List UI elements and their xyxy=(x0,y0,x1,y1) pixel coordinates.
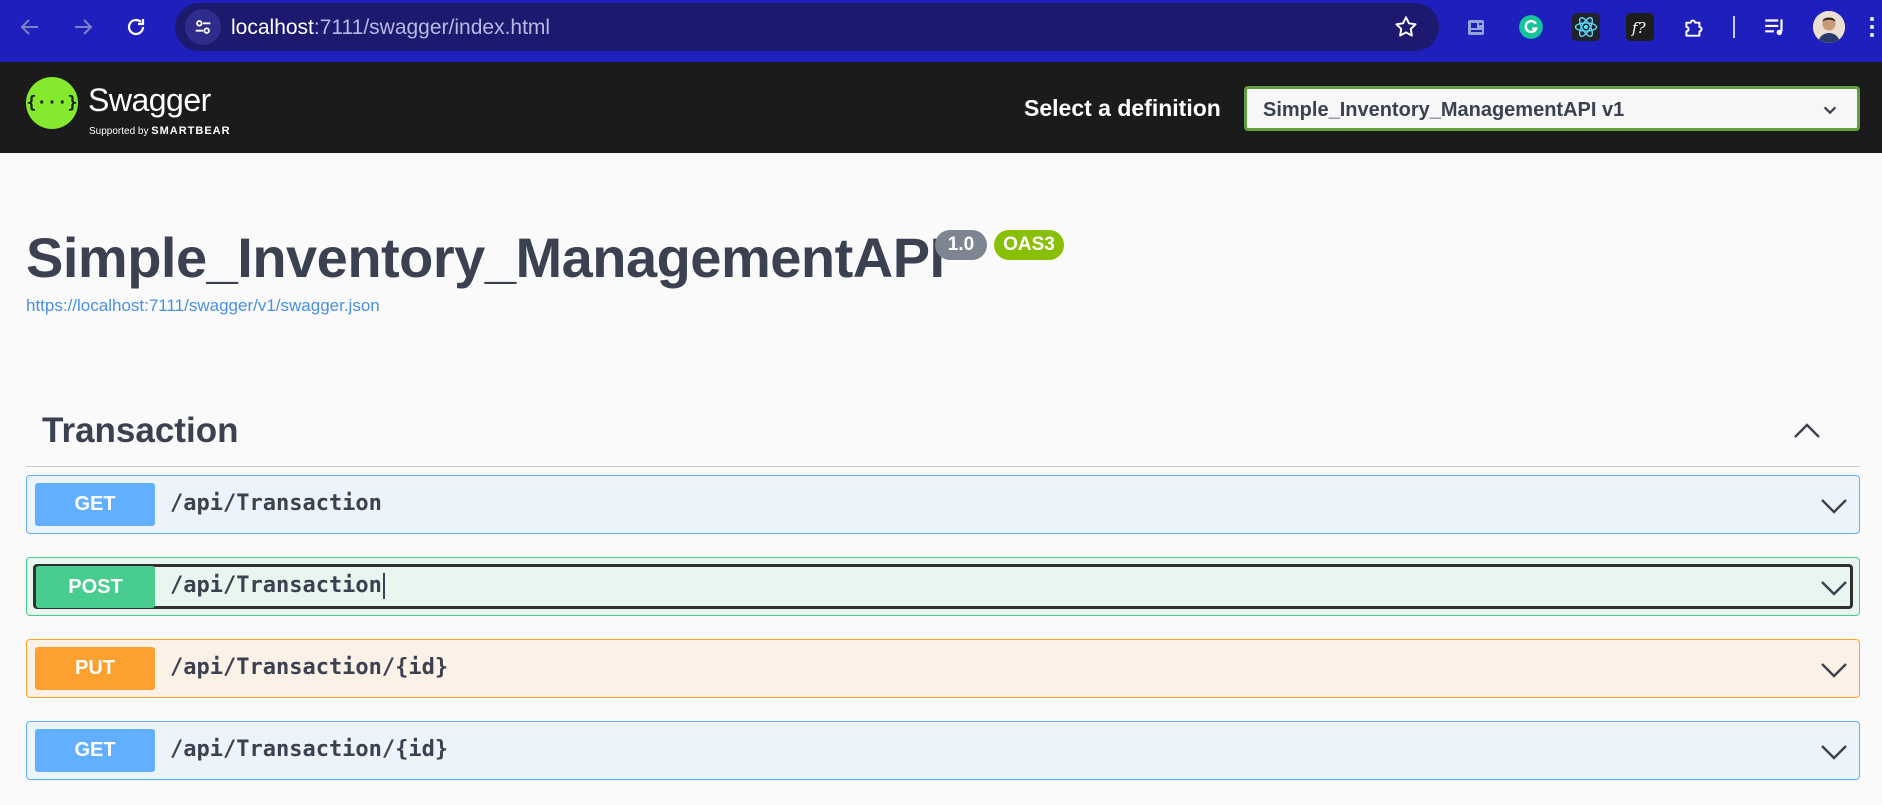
operation-get-transaction-id[interactable]: GET /api/Transaction/{id} xyxy=(26,721,1860,780)
url-host: localhost xyxy=(231,16,314,39)
api-title: Simple_Inventory_ManagementAPI xyxy=(26,226,945,289)
grammarly-icon[interactable] xyxy=(1515,11,1547,43)
definition-selected-value: Simple_Inventory_ManagementAPI v1 xyxy=(1263,99,1625,121)
bookmark-star-icon[interactable] xyxy=(1393,14,1419,40)
profile-avatar[interactable] xyxy=(1813,11,1845,43)
chevron-down-icon[interactable] xyxy=(1819,492,1849,518)
reload-button[interactable] xyxy=(118,9,154,45)
url-path: :7111/swagger/index.html xyxy=(313,16,551,39)
site-info-button[interactable] xyxy=(185,9,221,45)
url-text: localhost:7111/swagger/index.html xyxy=(231,16,550,40)
operation-path-wrapper: /api/Transaction xyxy=(170,573,385,599)
forward-arrow-icon xyxy=(75,19,93,35)
chevron-down-icon[interactable] xyxy=(1819,656,1849,682)
operation-path: /api/Transaction xyxy=(170,491,382,516)
swagger-logo-title[interactable]: Swagger xyxy=(88,82,211,119)
tune-icon xyxy=(195,20,211,34)
svg-text:f?: f? xyxy=(1631,19,1647,37)
operation-path: /api/Transaction xyxy=(170,573,382,598)
tag-name: Transaction xyxy=(42,411,239,450)
text-cursor xyxy=(382,573,385,599)
operation-path: /api/Transaction/{id} xyxy=(170,737,449,762)
definition-select[interactable]: Simple_Inventory_ManagementAPI v1 xyxy=(1244,86,1860,131)
method-badge: POST xyxy=(36,566,155,608)
reading-list-icon[interactable] xyxy=(1759,11,1791,43)
back-arrow-icon xyxy=(20,19,38,35)
browser-toolbar: localhost:7111/swagger/index.html f? xyxy=(0,0,1882,62)
back-button[interactable] xyxy=(12,9,48,45)
oas-badge: OAS3 xyxy=(994,230,1064,260)
reload-icon xyxy=(127,18,145,36)
version-badge: 1.0 xyxy=(935,230,987,260)
fonts-ninja-icon[interactable]: f? xyxy=(1624,11,1656,43)
forward-button[interactable] xyxy=(65,9,101,45)
operation-path: /api/Transaction/{id} xyxy=(170,655,449,680)
browser-menu-icon[interactable] xyxy=(1862,11,1882,43)
operation-post-transaction[interactable]: POST /api/Transaction xyxy=(26,557,1860,616)
method-badge: PUT xyxy=(35,647,155,690)
definition-label: Select a definition xyxy=(1024,95,1221,121)
extensions-puzzle-icon[interactable] xyxy=(1678,11,1710,43)
method-badge: GET xyxy=(35,729,155,772)
toolbar-separator xyxy=(1733,16,1735,38)
chevron-down-icon[interactable] xyxy=(1819,574,1849,600)
chevron-down-icon[interactable] xyxy=(1819,738,1849,764)
operation-get-transaction[interactable]: GET /api/Transaction xyxy=(26,475,1860,534)
spec-json-link[interactable]: https://localhost:7111/swagger/v1/swagge… xyxy=(26,296,380,316)
news-icon[interactable] xyxy=(1461,11,1493,43)
smartbear-text: SMARTBEAR xyxy=(151,125,231,137)
swagger-topbar: {···} Swagger Supported by SMARTBEAR Sel… xyxy=(0,62,1882,153)
swagger-logo-icon[interactable]: {···} xyxy=(26,77,78,129)
operation-put-transaction-id[interactable]: PUT /api/Transaction/{id} xyxy=(26,639,1860,698)
chevron-down-icon xyxy=(1823,106,1837,115)
swagger-logo-subtitle: Supported by SMARTBEAR xyxy=(89,125,231,137)
chevron-up-icon[interactable] xyxy=(1792,420,1822,442)
tag-section-header[interactable]: Transaction xyxy=(26,400,1860,467)
react-devtools-icon[interactable] xyxy=(1570,11,1602,43)
supported-by-text: Supported by xyxy=(89,126,149,137)
method-badge: GET xyxy=(35,483,155,526)
address-bar[interactable]: localhost:7111/swagger/index.html xyxy=(175,3,1439,51)
